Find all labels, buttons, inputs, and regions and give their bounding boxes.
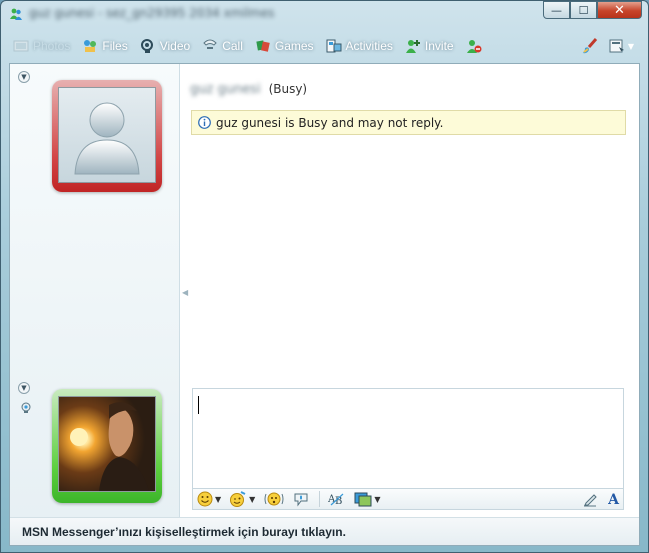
files-icon [84, 40, 97, 52]
text-caret [198, 396, 199, 414]
invite-icon [405, 40, 420, 53]
voice-clip-icon [294, 493, 308, 507]
games-icon [256, 40, 270, 52]
splitter-handle-icon[interactable]: ◀ [182, 288, 188, 297]
nudge-button[interactable] [263, 491, 285, 507]
chevron-down-icon: ▼ [374, 494, 381, 504]
minimize-button[interactable]: — [543, 1, 570, 19]
toolbar-video[interactable]: Video [134, 34, 196, 58]
status-bar-message[interactable]: MSN Messenger’ınızı kişiselleştirmek içi… [10, 517, 639, 545]
user-display-picture [58, 396, 156, 492]
notice-text: guz gunesi is Busy and may not reply. [216, 115, 444, 130]
window-controls: — ☐ ✕ [543, 1, 642, 20]
message-input[interactable] [192, 388, 624, 488]
chevron-down-icon: ▼ [215, 494, 222, 504]
toolbar-right: ▼ [581, 34, 634, 58]
block-icon [466, 40, 482, 53]
toolbar-block[interactable] [460, 34, 492, 58]
conversation-area: ▼ ▼ ◀ guz gunesi (Busy) guz gunesi is Bu… [9, 63, 640, 546]
toolbar-files[interactable]: Files [76, 34, 133, 58]
messenger-window: guz gunesi - sez_gn29395 2034 xmilmes — … [0, 0, 649, 553]
chevron-down-icon: ▼ [627, 41, 634, 51]
contact-picture-frame[interactable] [52, 80, 162, 192]
spell-check-button[interactable]: AB [328, 491, 346, 507]
toolbar-label: Files [102, 39, 128, 53]
user-photo [70, 402, 149, 491]
backgrounds-button[interactable]: ▼ [354, 491, 380, 507]
chevron-down-icon: ▼ [249, 494, 256, 504]
messenger-logo-icon [10, 8, 22, 20]
contact-status: (Busy) [268, 82, 308, 96]
toolbar-invite[interactable]: Invite [399, 34, 460, 58]
handwriting-icon[interactable] [582, 492, 598, 508]
spell-check-icon: AB [328, 493, 344, 507]
wink-icon [230, 491, 246, 507]
toolbar-photos[interactable]: Photos [7, 34, 76, 58]
toolbar-separator [319, 491, 321, 507]
compose-toolbar: ▼ ▼ AB ▼ A [192, 488, 624, 510]
toolbar-label: Activities [345, 39, 393, 53]
paint-brush-icon[interactable] [581, 37, 599, 55]
toolbar-games[interactable]: Games [249, 34, 320, 58]
close-button[interactable]: ✕ [597, 1, 642, 19]
toolbar-call[interactable]: Call [196, 34, 249, 58]
compose-toolbar-right: A [582, 491, 619, 509]
collapse-contact-picture-button[interactable]: ▼ [18, 71, 30, 83]
font-button[interactable]: A [608, 492, 619, 508]
main-toolbar: Photos Files Video Call Games Activities… [7, 31, 642, 61]
nudge-icon [264, 492, 284, 506]
menu-icon [609, 39, 624, 53]
display-picture-pane: ▼ ▼ [10, 64, 180, 517]
busy-notice: guz gunesi is Busy and may not reply. [191, 110, 626, 135]
toolbar-label: Invite [424, 39, 454, 53]
contact-name: guz gunesi [190, 81, 261, 97]
toolbar-label: Call [222, 39, 243, 53]
wink-button[interactable]: ▼ [229, 491, 255, 507]
voice-clip-button[interactable] [293, 491, 309, 507]
default-user-avatar-icon [74, 102, 140, 175]
emoticon-button[interactable]: ▼ [197, 491, 221, 507]
toolbar-label: Photos [33, 39, 71, 53]
emoticon-icon [197, 491, 213, 507]
toolbar-label: Games [274, 39, 314, 53]
call-icon [203, 39, 217, 49]
maximize-button[interactable]: ☐ [570, 1, 597, 19]
collapse-user-picture-button[interactable]: ▼ [18, 382, 30, 394]
backgrounds-icon [354, 492, 372, 507]
contact-header: guz gunesi (Busy) [190, 80, 307, 98]
photos-icon [13, 40, 29, 52]
title-bar[interactable]: guz gunesi - sez_gn29395 2034 xmilmes — … [1, 1, 648, 27]
user-picture-frame[interactable] [52, 389, 162, 503]
webcam-icon[interactable] [20, 402, 32, 414]
info-icon [198, 116, 211, 129]
toolbar-label: Video [159, 39, 191, 53]
toolbar-activities[interactable]: Activities [320, 34, 399, 58]
video-icon [140, 39, 153, 53]
activities-icon [326, 39, 342, 53]
status-bar-text: MSN Messenger’ınızı kişiselleştirmek içi… [22, 524, 346, 539]
show-menu-button[interactable]: ▼ [609, 38, 634, 54]
window-title: guz gunesi - sez_gn29395 2034 xmilmes [29, 6, 275, 20]
contact-display-picture [58, 87, 156, 183]
